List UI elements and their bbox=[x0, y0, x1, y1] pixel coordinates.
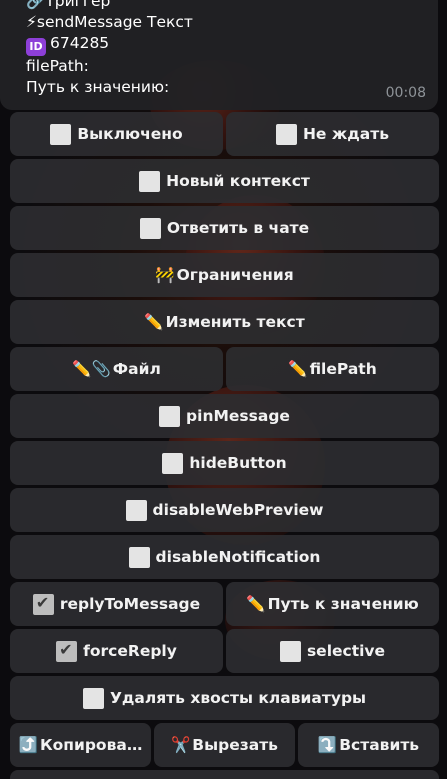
message-value-path-line: Путь к значению: bbox=[26, 78, 170, 96]
button-label: forceReply bbox=[83, 642, 177, 660]
keyboard-row: 🚧 Ограничения bbox=[10, 253, 439, 297]
button-label: selective bbox=[306, 642, 386, 660]
button-label: Вставить bbox=[339, 736, 420, 754]
reply-to-message-button[interactable]: replyToMessage bbox=[10, 582, 223, 626]
keyboard-row: Ответить в чате bbox=[10, 206, 439, 250]
keyboard-row: hideButton bbox=[10, 441, 439, 485]
button-label: Файл bbox=[112, 360, 161, 378]
id-icon: ID bbox=[26, 38, 46, 56]
checkbox-unchecked-icon bbox=[139, 170, 161, 192]
button-label: Копирова… bbox=[39, 736, 143, 754]
value-path-button[interactable]: ✏️ Путь к значению bbox=[226, 582, 439, 626]
checkbox-checked-icon bbox=[32, 593, 54, 615]
button-label: Изменить текст bbox=[165, 313, 305, 331]
copy-button[interactable]: ⤴️ Копирова… bbox=[10, 723, 151, 767]
pin-message-button[interactable]: pinMessage bbox=[10, 394, 439, 438]
force-reply-button[interactable]: forceReply bbox=[10, 629, 223, 673]
disable-notification-button[interactable]: disableNotification bbox=[10, 535, 439, 579]
new-context-button[interactable]: Новый контекст bbox=[10, 159, 439, 203]
keyboard-row: Удалять хвосты клавиатуры bbox=[10, 676, 439, 720]
button-label: Не ждать bbox=[302, 125, 390, 143]
message-trigger-line: 🔗Триггер bbox=[26, 0, 111, 10]
message-id-line: ID 674285 bbox=[26, 33, 424, 56]
pencil-icon: ✏️ bbox=[288, 360, 308, 378]
button-label: disableNotification bbox=[155, 548, 321, 566]
checkbox-unchecked-icon bbox=[139, 217, 161, 239]
edit-text-button[interactable]: ✏️ Изменить текст bbox=[10, 300, 439, 344]
keyboard-row: forceReply selective bbox=[10, 629, 439, 673]
button-label: disableWebPreview bbox=[152, 501, 324, 519]
checkbox-unchecked-icon bbox=[125, 499, 147, 521]
keyboard-row-partial bbox=[10, 770, 439, 779]
construction-icon: 🚧 bbox=[155, 266, 175, 284]
message-filepath-line: filePath: bbox=[26, 57, 89, 75]
no-wait-button[interactable]: Не ждать bbox=[226, 112, 439, 156]
checkbox-checked-icon bbox=[56, 640, 78, 662]
button-label: Вырезать bbox=[192, 736, 278, 754]
checkbox-unchecked-icon bbox=[128, 546, 150, 568]
button-label: hideButton bbox=[189, 454, 287, 472]
checkbox-unchecked-icon bbox=[279, 640, 301, 662]
button-label: Ограничения bbox=[176, 266, 294, 284]
keyboard-row: ⤴️ Копирова… ✂️ Вырезать ⤵️ Вставить bbox=[10, 723, 439, 767]
cut-button[interactable]: ✂️ Вырезать bbox=[154, 723, 295, 767]
button-label: Выключено bbox=[77, 125, 183, 143]
selective-button[interactable]: selective bbox=[226, 629, 439, 673]
button-label: Ответить в чате bbox=[166, 219, 310, 237]
partial-button[interactable] bbox=[10, 770, 439, 779]
keyboard-row: disableNotification bbox=[10, 535, 439, 579]
message-id-value: 674285 bbox=[50, 34, 110, 52]
bot-message-bubble: 🔗Триггер ⚡sendMessage Текст ID 674285 fil… bbox=[0, 0, 438, 110]
keyboard-row: ✏️ Изменить текст bbox=[10, 300, 439, 344]
checkbox-unchecked-icon bbox=[162, 452, 184, 474]
reply-in-chat-button[interactable]: Ответить в чате bbox=[10, 206, 439, 250]
keyboard-row: ✏️📎 Файл ✏️ filePath bbox=[10, 347, 439, 391]
disable-web-preview-button[interactable]: disableWebPreview bbox=[10, 488, 439, 532]
button-label: replyToMessage bbox=[59, 595, 201, 613]
message-time: 00:08 bbox=[385, 85, 426, 101]
button-label: Путь к значению bbox=[267, 595, 419, 613]
button-label: Новый контекст bbox=[166, 172, 310, 190]
pencil-icon: ✏️ bbox=[144, 313, 164, 331]
scissors-icon: ✂️ bbox=[170, 736, 191, 754]
keyboard-row: Новый контекст bbox=[10, 159, 439, 203]
paste-button[interactable]: ⤵️ Вставить bbox=[298, 723, 439, 767]
button-label: filePath bbox=[309, 360, 377, 378]
keyboard-row: Выключено Не ждать bbox=[10, 112, 439, 156]
checkbox-unchecked-icon bbox=[159, 405, 181, 427]
pencil-icon: ✏️ bbox=[246, 595, 266, 613]
filepath-button[interactable]: ✏️ filePath bbox=[226, 347, 439, 391]
checkbox-unchecked-icon bbox=[50, 123, 72, 145]
pencil-paperclip-icon: ✏️📎 bbox=[72, 360, 111, 378]
button-label: Удалять хвосты клавиатуры bbox=[109, 689, 367, 707]
delete-keyboard-tails-button[interactable]: Удалять хвосты клавиатуры bbox=[10, 676, 439, 720]
arrow-up-icon: ⤴️ bbox=[18, 736, 38, 754]
button-label: pinMessage bbox=[186, 407, 290, 425]
checkbox-unchecked-icon bbox=[82, 687, 104, 709]
checkbox-unchecked-icon bbox=[275, 123, 297, 145]
hide-button-toggle[interactable]: hideButton bbox=[10, 441, 439, 485]
keyboard-row: pinMessage bbox=[10, 394, 439, 438]
limits-button[interactable]: 🚧 Ограничения bbox=[10, 253, 439, 297]
keyboard-row: replyToMessage ✏️ Путь к значению bbox=[10, 582, 439, 626]
toggle-disabled-button[interactable]: Выключено bbox=[10, 112, 223, 156]
arrow-down-icon: ⤵️ bbox=[317, 736, 338, 754]
keyboard-row: disableWebPreview bbox=[10, 488, 439, 532]
message-send-line: ⚡sendMessage Текст bbox=[26, 13, 193, 31]
file-button[interactable]: ✏️📎 Файл bbox=[10, 347, 223, 391]
